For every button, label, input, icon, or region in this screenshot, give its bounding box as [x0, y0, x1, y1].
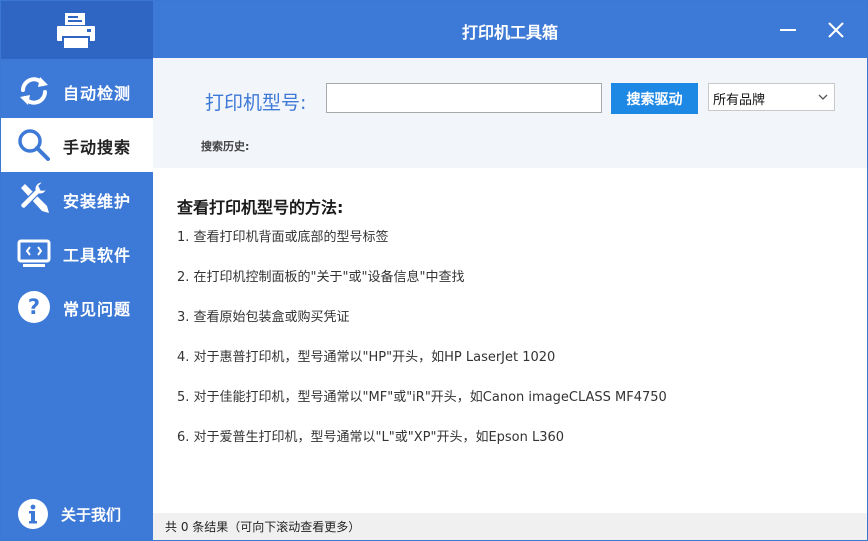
close-icon[interactable]: [825, 19, 847, 41]
sidebar-item-label: 常见问题: [63, 300, 132, 319]
search-icon: [18, 129, 50, 161]
sidebar-item-label: 安装维护: [63, 192, 132, 211]
sidebar-item-auto-detect[interactable]: 自动检测: [1, 64, 153, 118]
tools-icon: [20, 182, 49, 213]
sidebar-item-tool-software[interactable]: 工具软件: [1, 226, 153, 280]
sidebar-item-manual-search[interactable]: 手动搜索: [1, 118, 153, 172]
sidebar: 自动检测 手动搜索 安装维护 工具软件 ? 常见问题 关于我们: [1, 1, 153, 540]
sidebar-item-faq[interactable]: ? 常见问题: [1, 280, 153, 334]
minimize-icon[interactable]: [777, 19, 799, 41]
window-title: 打印机工具箱: [461, 23, 558, 42]
brand-select-value: 所有品牌: [713, 93, 766, 108]
sidebar-item-about[interactable]: 关于我们: [1, 487, 153, 540]
question-icon: ?: [18, 291, 50, 323]
title-bar: 打印机工具箱: [153, 1, 867, 58]
svg-text:?: ?: [28, 295, 40, 319]
info-icon: [18, 499, 48, 529]
printer-icon: [57, 13, 95, 50]
model-label: 打印机型号:: [205, 92, 307, 114]
status-bar: 共 0 条结果（可向下滚动查看更多）: [153, 513, 867, 540]
sidebar-item-label: 手动搜索: [63, 138, 132, 157]
app-logo: [1, 1, 153, 59]
refresh-icon: [20, 77, 48, 105]
help-step: 6. 对于爱普生打印机，型号通常以"L"或"XP"开头，如Epson L360: [177, 430, 565, 445]
chevron-down-icon: [818, 94, 828, 100]
sidebar-item-label: 自动检测: [63, 84, 132, 103]
search-panel: 打印机型号: 搜索驱动 所有品牌 搜索历史:: [153, 58, 867, 168]
result-count: 共 0 条结果（可向下滚动查看更多）: [165, 520, 361, 534]
search-driver-button[interactable]: 搜索驱动: [611, 83, 698, 114]
search-history-label: 搜索历史:: [201, 140, 250, 153]
sidebar-item-label: 关于我们: [61, 506, 122, 524]
help-step: 2. 在打印机控制面板的"关于"或"设备信息"中查找: [177, 270, 465, 285]
code-monitor-icon: [17, 239, 51, 267]
sidebar-item-install-maintain[interactable]: 安装维护: [1, 172, 153, 226]
help-step: 3. 查看原始包装盒或购买凭证: [177, 310, 350, 325]
brand-select[interactable]: 所有品牌: [708, 83, 835, 111]
help-step: 4. 对于惠普打印机，型号通常以"HP"开头，如HP LaserJet 1020: [177, 350, 556, 365]
help-heading: 查看打印机型号的方法:: [177, 198, 344, 217]
help-step: 5. 对于佳能打印机，型号通常以"MF"或"iR"开头，如Canon image…: [177, 390, 667, 405]
app-window: 自动检测 手动搜索 安装维护 工具软件 ? 常见问题 关于我们 打印机工具箱 打…: [0, 0, 868, 541]
help-step: 1. 查看打印机背面或底部的型号标签: [177, 230, 389, 245]
sidebar-item-label: 工具软件: [63, 246, 132, 265]
model-input[interactable]: [326, 83, 602, 113]
